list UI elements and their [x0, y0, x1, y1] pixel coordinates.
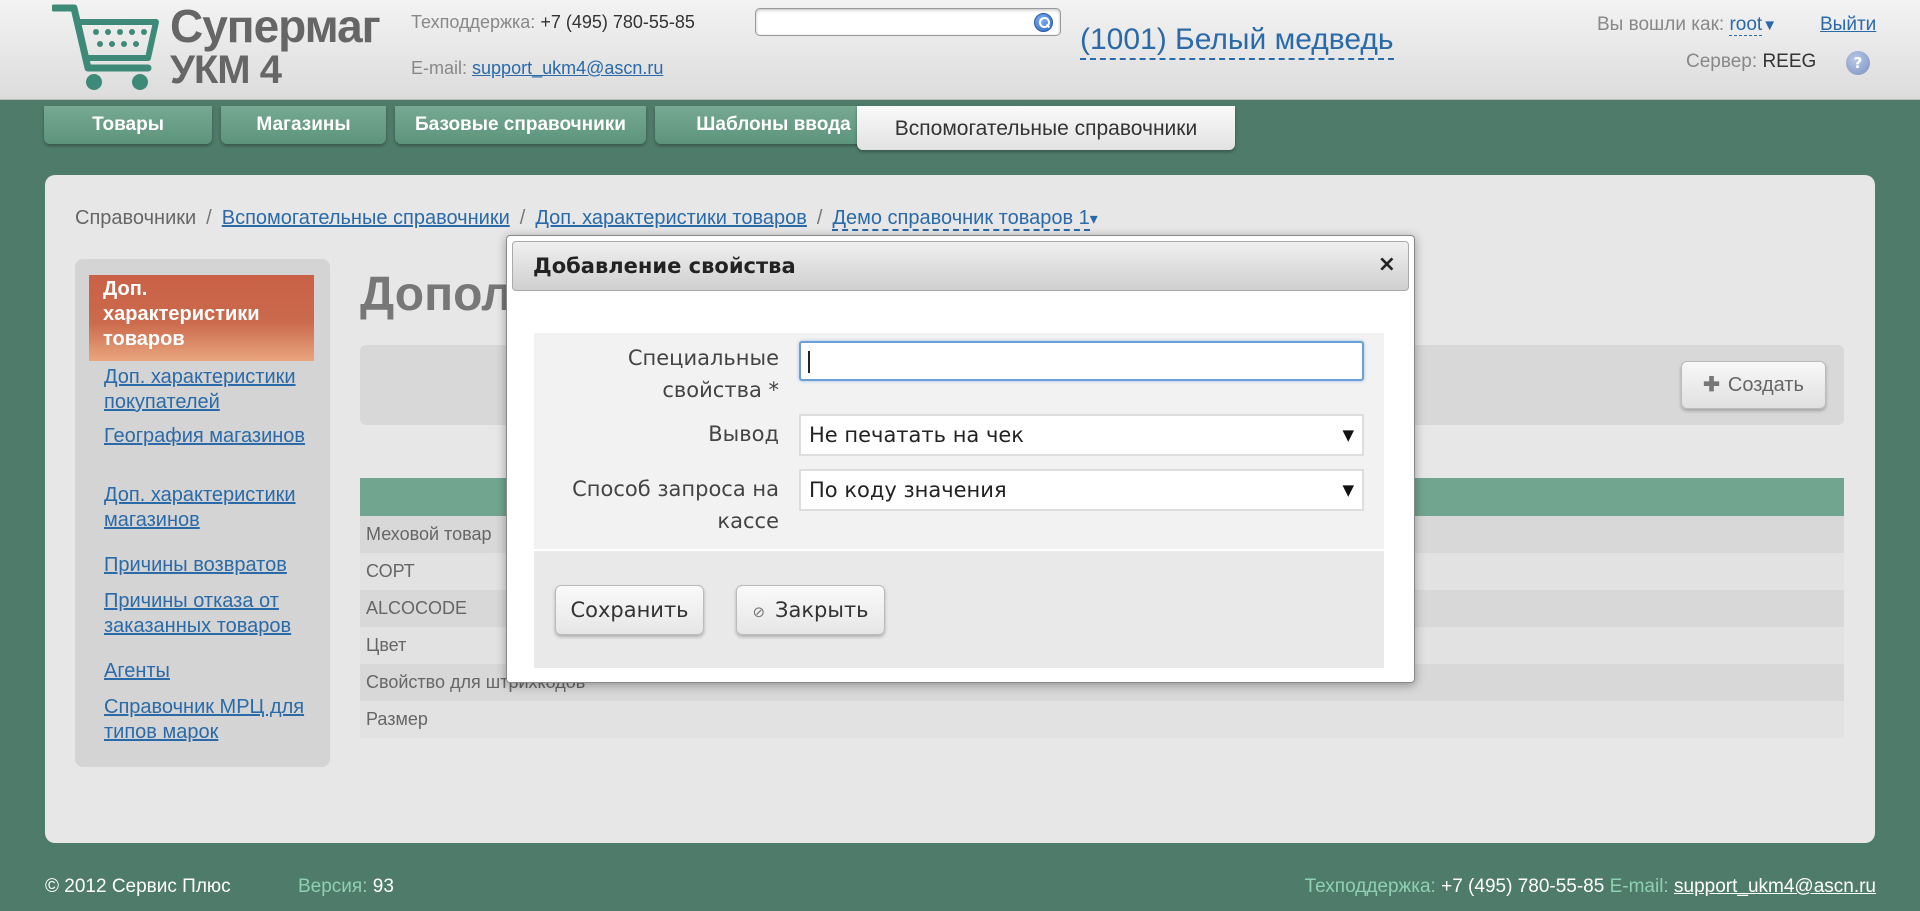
chevron-down-icon[interactable]: ▾	[1090, 211, 1098, 228]
footer-support: Техподдержка: +7 (495) 780-55-85 E-mail:…	[1305, 876, 1876, 898]
table-row[interactable]: Размер	[360, 701, 1844, 738]
breadcrumb: Справочники / Вспомогательные справочники /…	[75, 207, 1098, 231]
footer-version: Версия: 93	[298, 876, 394, 898]
sidebar-item-store-props[interactable]: Доп. характеристики магазинов	[104, 483, 324, 533]
save-button[interactable]: Сохранить	[555, 585, 704, 635]
output-select-value: Не печатать на чек	[809, 423, 1024, 447]
logo-line2: УКМ 4	[170, 48, 282, 92]
plus-icon: ✚	[1703, 374, 1720, 396]
breadcrumb-goods-props-link[interactable]: Доп. характеристики товаров	[535, 207, 807, 229]
footer-email-link[interactable]: support_ukm4@ascn.ru	[1674, 876, 1876, 897]
sidebar-item-store-geography[interactable]: География магазинов	[104, 424, 324, 449]
help-icon[interactable]: ?	[1846, 51, 1870, 75]
logo-text: Супермаг УКМ 4	[170, 0, 381, 92]
login-info: Вы вошли как: root▼	[1597, 14, 1777, 36]
sidebar-item-return-reasons[interactable]: Причины возвратов	[104, 553, 324, 578]
footer-copyright: © 2012 Сервис Плюс	[45, 876, 231, 897]
page-title: Допол	[360, 268, 512, 321]
tab-stores[interactable]: Магазины	[221, 106, 386, 144]
version-label: Версия:	[298, 876, 368, 897]
add-property-dialog: Добавление свойства × Специальные свойст…	[506, 235, 1415, 683]
server-value: REEG	[1762, 51, 1817, 72]
tab-goods[interactable]: Товары	[44, 106, 212, 144]
support-email-label: E-mail:	[411, 58, 468, 78]
close-button-label: Закрыть	[775, 598, 869, 622]
sidebar-item-customer-props[interactable]: Доп. характеристики покупателей	[104, 365, 324, 415]
breadcrumb-separator: /	[816, 207, 823, 229]
footer-support-phone: +7 (495) 780-55-85	[1441, 876, 1605, 897]
close-button[interactable]: ⊘ Закрыть	[736, 585, 885, 635]
cancel-icon: ⊘	[752, 603, 766, 621]
request-method-select-value: По коду значения	[809, 478, 1007, 502]
close-icon[interactable]: ×	[1378, 252, 1396, 277]
shopping-cart-logo-icon	[52, 4, 159, 90]
tab-base-references[interactable]: Базовые справочники	[395, 106, 646, 144]
version-value: 93	[372, 876, 394, 897]
server-info: Сервер: REEG	[1686, 51, 1816, 73]
breadcrumb-separator: /	[519, 207, 526, 229]
sidebar-item-refusal-reasons[interactable]: Причины отказа от заказанных товаров	[104, 589, 324, 639]
output-select[interactable]: Не печатать на чек ▼	[799, 414, 1364, 456]
store-selector[interactable]: (1001) Белый медведь	[1080, 22, 1394, 60]
tab-auxiliary-references[interactable]: Вспомогательные справочники	[857, 106, 1235, 150]
sidebar: Доп. характеристики товаров Доп. характе…	[75, 259, 330, 767]
breadcrumb-separator: /	[206, 207, 212, 229]
request-method-label: Способ запроса на кассе	[572, 477, 779, 533]
output-label: Вывод	[708, 422, 779, 446]
dialog-title: Добавление свойства	[533, 254, 796, 278]
chevron-down-icon[interactable]: ▼	[1762, 17, 1777, 34]
server-label: Сервер:	[1686, 51, 1758, 72]
header-support: Техподдержка: +7 (495) 780-55-85 E-mail:…	[411, 10, 695, 80]
create-button-label: Создать	[1727, 374, 1804, 396]
create-button[interactable]: ✚ Создать	[1681, 361, 1826, 409]
special-properties-label: Специальные свойства *	[627, 346, 779, 402]
search-icon[interactable]	[1034, 13, 1053, 32]
dropdown-arrow-icon: ▼	[1342, 481, 1354, 499]
footer-support-label: Техподдержка:	[1304, 876, 1436, 897]
sidebar-item-agents[interactable]: Агенты	[104, 659, 324, 684]
breadcrumb-current-dropdown[interactable]: Демо справочник товаров 1	[832, 207, 1090, 231]
logout-link[interactable]: Выйти	[1820, 14, 1876, 36]
header: Супермаг УКМ 4 Техподдержка: +7 (495) 78…	[0, 0, 1920, 100]
support-phone: +7 (495) 780-55-85	[540, 12, 695, 32]
dialog-buttons: Сохранить ⊘ Закрыть	[534, 551, 1384, 668]
dialog-header: Добавление свойства ×	[512, 241, 1409, 291]
text-caret	[808, 351, 810, 373]
sidebar-item-goods-props[interactable]: Доп. характеристики товаров	[89, 275, 314, 361]
dialog-form: Специальные свойства * Вывод Не печатать…	[534, 333, 1384, 549]
search-input[interactable]	[755, 8, 1061, 36]
user-menu[interactable]: root	[1729, 14, 1763, 36]
login-label: Вы вошли как:	[1597, 14, 1725, 35]
sidebar-item-mrc-reference[interactable]: Справочник МРЦ для типов марок	[104, 695, 324, 745]
support-email-link[interactable]: support_ukm4@ascn.ru	[472, 58, 663, 78]
request-method-select[interactable]: По коду значения ▼	[799, 469, 1364, 511]
breadcrumb-root: Справочники	[75, 207, 197, 229]
support-phone-label: Техподдержка:	[411, 12, 536, 32]
logo-line1: Супермаг	[170, 0, 381, 52]
dropdown-arrow-icon: ▼	[1342, 426, 1354, 444]
special-properties-input[interactable]	[799, 341, 1364, 381]
footer-email-label: E-mail:	[1609, 876, 1669, 897]
breadcrumb-auxiliary-link[interactable]: Вспомогательные справочники	[222, 207, 510, 229]
